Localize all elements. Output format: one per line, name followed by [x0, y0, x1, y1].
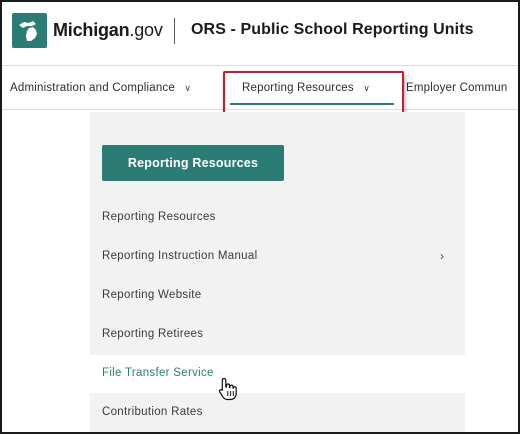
nav-item-employer-communications[interactable]: Employer Commun [406, 66, 507, 110]
menu-item-label: Reporting Instruction Manual [102, 250, 258, 262]
page-background-right [465, 112, 518, 432]
reporting-resources-button[interactable]: Reporting Resources [102, 145, 284, 181]
michigan-gov-wordmark[interactable]: Michigan.gov [53, 20, 163, 41]
page-background-left [2, 112, 90, 432]
brand-name: Michigan [53, 20, 130, 40]
chevron-down-icon: ∨ [184, 83, 192, 93]
site-title[interactable]: ORS - Public School Reporting Units [191, 21, 474, 39]
menu-item-label: Reporting Website [102, 289, 202, 301]
nav-item-label: Administration and Compliance [10, 82, 175, 94]
nav-item-label: Employer Commun [406, 82, 508, 94]
menu-item-reporting-website[interactable]: Reporting Website [90, 277, 465, 315]
menu-item-reporting-retirees[interactable]: Reporting Retirees [90, 316, 465, 354]
callout-highlight-box [223, 71, 404, 115]
menu-item-label: Reporting Retirees [102, 328, 204, 340]
site-header: Michigan.gov ORS - Public School Reporti… [2, 2, 518, 66]
menu-item-label: Reporting Resources [102, 211, 216, 223]
nav-item-administration-and-compliance[interactable]: Administration and Compliance ∨ [10, 66, 191, 110]
hand-pointer-cursor-icon [218, 377, 237, 401]
menu-item-file-transfer-service[interactable]: File Transfer Service [90, 355, 465, 393]
header-divider [174, 18, 175, 44]
michigan-map-icon [19, 21, 37, 41]
michigan-logo[interactable] [12, 13, 47, 48]
menu-item-label: Contribution Rates [102, 406, 203, 418]
menu-item-contribution-rates[interactable]: Contribution Rates [90, 394, 465, 432]
brand-suffix: .gov [129, 20, 163, 40]
chevron-right-icon: › [440, 249, 445, 263]
menu-item-label: File Transfer Service [102, 367, 214, 379]
menu-item-reporting-instruction-manual[interactable]: Reporting Instruction Manual › [90, 238, 465, 276]
browser-frame: Michigan.gov ORS - Public School Reporti… [0, 0, 520, 434]
menu-item-reporting-resources[interactable]: Reporting Resources [90, 199, 465, 237]
